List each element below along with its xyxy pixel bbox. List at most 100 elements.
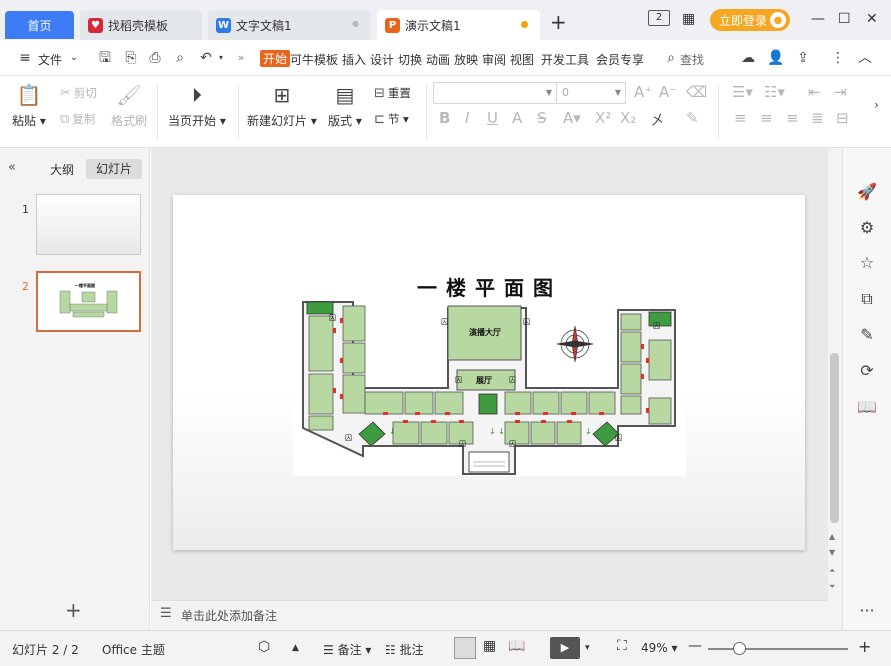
hamburger-menu-icon[interactable]: ≡ (17, 50, 33, 66)
menu-animation[interactable]: 动画 (426, 51, 450, 68)
new-slide-button[interactable]: ⊞ 新建幻灯片 ▾ (247, 82, 317, 129)
tab-templates[interactable]: ♥ 找稻壳模板 (80, 10, 202, 40)
undo-dropdown-icon[interactable]: ▾ (213, 50, 229, 66)
previous-slide-icon[interactable]: ⏶ (829, 566, 835, 576)
bullets-icon[interactable]: ☰▾ (732, 83, 753, 101)
menu-kaniu-templates[interactable]: 可牛模板 (290, 51, 338, 68)
numbering-icon[interactable]: ☷▾ (764, 83, 785, 101)
menu-review[interactable]: 审阅 (482, 51, 506, 68)
expand-up-icon[interactable]: ▲ (292, 643, 299, 653)
slideshow-play-button[interactable]: ▶ (550, 637, 580, 659)
tab-home[interactable]: 首页 (5, 11, 74, 39)
slide-thumbnail-1[interactable] (36, 194, 141, 255)
maximize-icon[interactable]: ☐ (838, 11, 851, 27)
menu-view[interactable]: 视图 (510, 51, 534, 68)
cut-button[interactable]: ✂ 剪切 (60, 85, 97, 101)
ribbon-scroll-right-icon[interactable]: › (874, 98, 879, 112)
reading-icon[interactable]: 📖 (856, 396, 878, 418)
print-icon[interactable]: ⎙ (147, 50, 163, 66)
shadow-text-icon[interactable]: A (512, 109, 522, 127)
menu-file[interactable]: 文件 (38, 51, 62, 68)
multi-window-badge[interactable]: 2 (648, 10, 670, 26)
paste-button[interactable]: 📋 粘贴 ▾ (12, 82, 46, 129)
decrease-font-icon[interactable]: A⁻ (659, 83, 677, 101)
share-icon[interactable]: ⇪ (795, 50, 811, 66)
normal-view-icon[interactable] (454, 637, 476, 659)
zoom-slider[interactable] (708, 648, 848, 650)
zoom-level[interactable]: 49% ▾ (641, 641, 678, 655)
rocket-icon[interactable]: 🚀 (856, 181, 878, 203)
play-from-current-button[interactable]: ⏵ 当页开始 ▾ (168, 82, 226, 129)
zoom-slider-handle[interactable] (733, 642, 746, 655)
cube-icon[interactable]: ⬡ (258, 639, 270, 655)
slide-thumbnail-2[interactable]: 一楼平面图 (36, 271, 141, 332)
bold-icon[interactable]: B (439, 109, 450, 127)
align-right-icon[interactable]: ≡ (786, 109, 799, 127)
scroll-down-icon[interactable]: ▼ (829, 548, 835, 557)
tab-outline[interactable]: 大纲 (50, 161, 74, 178)
highlight-icon[interactable]: ✎ (686, 109, 699, 127)
reading-view-icon[interactable]: 📖 (508, 638, 525, 654)
collapse-ribbon-icon[interactable]: ︿ (857, 50, 873, 66)
new-tab-plus-icon[interactable]: + (550, 12, 567, 32)
print-preview-icon[interactable]: ⌕ (172, 50, 188, 66)
login-button[interactable]: 立即登录 ● (710, 9, 790, 31)
tab-close-icon[interactable]: ● (352, 19, 359, 28)
transition-icon[interactable]: ⧉ (856, 288, 878, 310)
more-pane-icon[interactable]: ··· (856, 600, 878, 622)
zoom-in-icon[interactable]: + (858, 637, 871, 656)
cloud-sync-icon[interactable]: ☁ (740, 50, 756, 66)
format-painter-button[interactable]: 🖌 格式刷 (111, 82, 147, 129)
font-name-combo[interactable]: ▼ (433, 82, 557, 104)
property-sliders-icon[interactable]: ⚙ (856, 217, 878, 239)
copy-button[interactable]: ⧉ 复制 (60, 111, 95, 127)
scrollbar-thumb[interactable] (830, 353, 839, 523)
vertical-scrollbar[interactable]: ▲ ▼ ⏶ ⏷ (828, 148, 842, 630)
tab-writer-document[interactable]: W 文字文稿1 ● (208, 10, 371, 40)
italic-icon[interactable]: I (465, 109, 469, 127)
comments-button[interactable]: ☷ 批注 (385, 641, 424, 658)
collapse-panel-icon[interactable]: « (8, 160, 16, 175)
superscript-icon[interactable]: X² (595, 109, 611, 127)
theme-name[interactable]: Office 主题 (102, 641, 165, 658)
distribute-icon[interactable]: ⊟ (836, 109, 849, 127)
animation-star-icon[interactable]: ☆ (856, 252, 878, 274)
menu-developer-tools[interactable]: 开发工具 (541, 51, 589, 68)
fit-window-icon[interactable]: ⛶ (617, 638, 627, 654)
menu-transition[interactable]: 切换 (398, 51, 422, 68)
increase-indent-icon[interactable]: ⇥ (834, 83, 847, 101)
phonetic-guide-icon[interactable]: 㐅 (650, 109, 665, 130)
chevron-down-icon[interactable]: ⌄ (66, 50, 82, 66)
play-dropdown-icon[interactable]: ▾ (585, 643, 590, 653)
strikethrough-icon[interactable]: S (537, 109, 547, 127)
align-left-icon[interactable]: ≡ (734, 109, 747, 127)
section-button[interactable]: ⊏ 节 ▾ (374, 111, 409, 127)
underline-icon[interactable]: U (487, 109, 498, 127)
clear-format-icon[interactable]: ⌫ (686, 83, 707, 101)
add-slide-plus-icon[interactable]: + (65, 598, 82, 622)
more-tools-chevron-icon[interactable]: » (233, 50, 249, 66)
menu-start[interactable]: 开始 (260, 50, 291, 67)
undo-icon[interactable]: ↶ (198, 50, 214, 66)
font-color-icon[interactable]: A▾ (563, 109, 581, 127)
layout-button[interactable]: ▤ 版式 ▾ (328, 82, 362, 129)
zoom-out-icon[interactable]: — (688, 638, 702, 654)
current-slide[interactable]: 一楼平面图 ↓ ↓ ↓ ↓ 囚 囚 囚 囚 囚 囚 囚 囚 囚 囚 演播大厅 展… (173, 195, 805, 550)
align-center-icon[interactable]: ≡ (760, 109, 773, 127)
menu-design[interactable]: 设计 (370, 51, 394, 68)
scroll-up-icon[interactable]: ▲ (829, 532, 835, 541)
slide-sorter-view-icon[interactable]: ▦ (483, 638, 496, 654)
backup-icon[interactable]: ⟳ (856, 360, 878, 382)
tab-presentation[interactable]: P 演示文稿1 (377, 10, 540, 40)
next-slide-icon[interactable]: ⏷ (829, 582, 835, 592)
grid-apps-icon[interactable]: ▦ (682, 11, 695, 27)
collaborate-icon[interactable]: 👤 (767, 50, 784, 66)
notes-toggle-button[interactable]: ☰ 备注 ▾ (323, 641, 371, 658)
smart-beautify-icon[interactable]: ✎ (856, 324, 878, 346)
minimize-icon[interactable]: — (811, 11, 825, 27)
font-size-combo[interactable]: 0 ▼ (556, 82, 626, 104)
justify-icon[interactable]: ≣ (811, 109, 824, 127)
reset-button[interactable]: ⊟ 重置 (374, 85, 411, 101)
menu-insert[interactable]: 插入 (342, 51, 366, 68)
notes-pane[interactable]: ☰ 单击此处添加备注 (151, 600, 828, 630)
